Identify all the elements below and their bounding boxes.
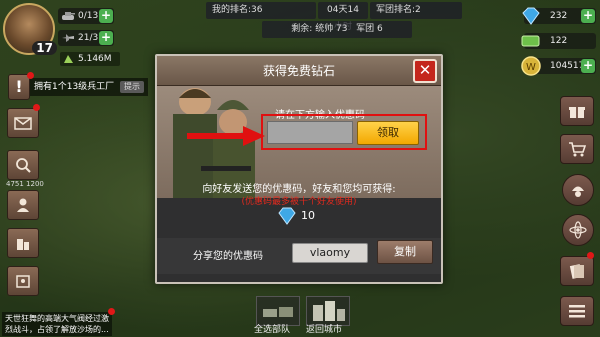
- cards-badge: [587, 252, 594, 259]
- plane-resource: 21/37 +: [58, 30, 114, 46]
- player-level-badge: 17: [32, 41, 57, 55]
- gift-icon: [569, 107, 585, 118]
- menu-button[interactable]: [560, 296, 594, 326]
- news-ticker[interactable]: 天世狂舞的高端大气阀经过激烈战斗，占领了解放沙场的...: [2, 312, 112, 336]
- shop-button[interactable]: [560, 134, 594, 164]
- pointer-arrow-icon: [187, 126, 265, 146]
- diamond-resource: 232 +: [522, 7, 596, 25]
- cash-icon: [521, 35, 540, 47]
- tank-count: 0/13: [78, 11, 99, 21]
- add-plane-button[interactable]: +: [99, 31, 113, 45]
- general-button[interactable]: [562, 174, 594, 206]
- cards-button[interactable]: [560, 256, 594, 286]
- research-button[interactable]: [562, 214, 594, 246]
- cash-count: 122: [550, 36, 568, 46]
- all-units-label: 全选部队: [254, 325, 291, 335]
- tank-resource: 0/13 +: [58, 8, 114, 24]
- map-icon: [16, 275, 30, 288]
- add-diamond-button[interactable]: +: [581, 9, 595, 23]
- menu-icon: [569, 305, 585, 318]
- power-value: 5.146M: [78, 54, 112, 64]
- cards-icon: [569, 264, 584, 279]
- add-tank-button[interactable]: +: [99, 9, 113, 23]
- share-label: 分享您的优惠码: [193, 251, 263, 262]
- plane-icon: [62, 34, 74, 42]
- legion-rank-bar[interactable]: 军团排名:2: [370, 2, 462, 19]
- return-city-label: 返回城市: [306, 325, 343, 335]
- coordinate-hint: 4751 1200: [6, 180, 44, 188]
- power-icon: [64, 55, 73, 63]
- buildings-button[interactable]: [7, 228, 39, 258]
- add-gold-button[interactable]: +: [581, 59, 595, 73]
- my-rank-bar[interactable]: 我的排名:36: [206, 2, 316, 19]
- power-indicator: 5.146M: [60, 52, 120, 66]
- event-timer: 04天14小时: [318, 2, 368, 32]
- tip-button[interactable]: 提示: [120, 81, 144, 93]
- person-icon: [17, 198, 29, 212]
- commander-avatar[interactable]: 17: [3, 3, 57, 55]
- gold-count: 104517: [550, 61, 585, 71]
- factory-notice-text: 拥有1个13级兵工厂: [34, 82, 115, 92]
- gold-coin-icon: W: [521, 56, 541, 76]
- diamond-count: 232: [550, 11, 568, 21]
- legion-rank-text: 军团排名:2: [376, 5, 421, 15]
- remaining-bar: 剩余: 统帅 73 军团 6: [262, 21, 412, 38]
- svg-text:W: W: [526, 62, 536, 73]
- my-promo-code[interactable]: vlaomy: [292, 243, 368, 263]
- map-pin-button[interactable]: [7, 266, 39, 296]
- mail-button[interactable]: [7, 108, 39, 138]
- alert-badge: [27, 72, 34, 79]
- claim-button[interactable]: 领取: [357, 121, 419, 145]
- copy-button[interactable]: 复制: [377, 240, 433, 264]
- cash-resource: 122: [521, 33, 596, 49]
- free-diamond-dialog: 获得免费钻石 ✕ 请在下方输入优惠码 领取 向好友发送您的优惠码，好友和您均可获…: [155, 54, 443, 284]
- building-icon: [17, 239, 29, 250]
- search-map-button[interactable]: [7, 150, 39, 180]
- alert-button[interactable]: !: [8, 74, 30, 100]
- gift-button[interactable]: [560, 96, 594, 126]
- mail-badge: [33, 104, 40, 111]
- troops-icon: [263, 307, 293, 317]
- mail-icon: [14, 116, 32, 130]
- my-rank-text: 我的排名:36: [212, 5, 263, 15]
- cart-icon: [569, 142, 586, 157]
- close-button[interactable]: ✕: [413, 59, 437, 83]
- reward-value: 10: [301, 209, 315, 222]
- news-badge: [108, 308, 115, 315]
- gold-resource: W 104517 +: [521, 56, 596, 76]
- legion-count-text: 军团 6: [356, 24, 383, 34]
- city-icon: [313, 301, 345, 321]
- diamond-icon: [522, 7, 540, 25]
- promo-code-input[interactable]: [267, 121, 353, 144]
- invite-text: 向好友发送您的优惠码，好友和您均可获得:: [202, 184, 396, 195]
- diamond-icon: [278, 207, 296, 225]
- reward-display: 10: [277, 206, 315, 226]
- search-icon: [16, 158, 31, 173]
- commander-button[interactable]: [7, 190, 39, 220]
- soldier-helmet-icon: [572, 186, 584, 197]
- remaining-text: 剩余: 统帅 73: [291, 24, 348, 34]
- atom-icon: [569, 221, 587, 239]
- tank-icon: [62, 12, 75, 20]
